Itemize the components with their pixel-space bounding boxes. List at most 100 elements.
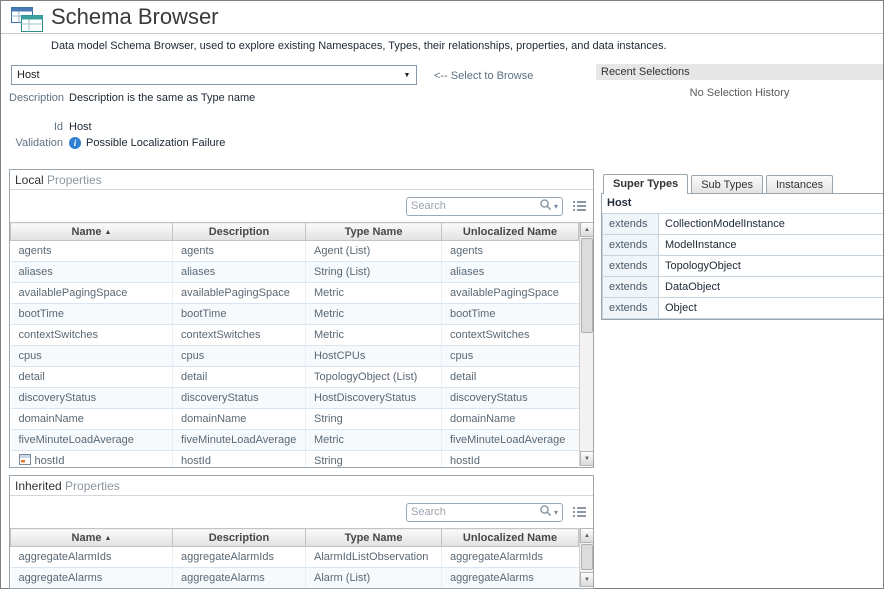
scroll-up-icon[interactable]: ▲ (580, 222, 594, 237)
panel-title-strong: Local (15, 173, 44, 187)
description-row: Description Description is the same as T… (9, 92, 255, 104)
column-label: Unlocalized Name (463, 226, 557, 238)
select-to-browse-hint: <-- Select to Browse (434, 70, 533, 82)
chevron-down-icon[interactable]: ▼ (398, 66, 416, 84)
table-customizer-icon[interactable] (573, 506, 586, 521)
recent-selections-empty-text: No Selection History (596, 80, 883, 99)
cell-name: aggregateAlarmIds (11, 547, 173, 568)
table-header-row: Name▲ Description Type Name Unlocalized … (11, 529, 579, 547)
table-row[interactable]: extends DataObject (603, 277, 884, 298)
scroll-up-icon[interactable]: ▲ (580, 528, 594, 543)
cell-description: agents (173, 241, 306, 262)
cell-type-name: HostDiscoveryStatus (306, 388, 442, 409)
column-header-description[interactable]: Description (173, 223, 306, 241)
table-row[interactable]: bootTime bootTime Metric bootTime (11, 304, 579, 325)
inherited-properties-title: Inherited Properties (10, 476, 593, 496)
cell-type-name: Metric (306, 325, 442, 346)
cell-description: aggregateAlarms (173, 568, 306, 589)
validation-label: Validation (9, 137, 63, 149)
scrollbar-thumb[interactable] (581, 238, 593, 333)
tab-super-types[interactable]: Super Types (603, 174, 688, 194)
cell-description: detail (173, 367, 306, 388)
cell-type-name: AlarmIdListObservation (306, 547, 442, 568)
column-label: Description (209, 226, 270, 238)
cell-description: domainName (173, 409, 306, 430)
scroll-down-icon[interactable]: ▼ (580, 451, 594, 466)
vertical-scrollbar[interactable]: ▲ ▼ (579, 222, 594, 466)
column-header-description[interactable]: Description (173, 529, 306, 547)
id-property-icon (19, 454, 31, 468)
sort-ascending-icon: ▲ (105, 229, 112, 236)
type-selector[interactable]: Host ▼ (11, 65, 417, 85)
column-header-type-name[interactable]: Type Name (306, 223, 442, 241)
cell-name: aggregateAlarms (11, 568, 173, 589)
column-header-type-name[interactable]: Type Name (306, 529, 442, 547)
table-row[interactable]: detail detail TopologyObject (List) deta… (11, 367, 579, 388)
scrollbar-thumb[interactable] (581, 544, 593, 570)
panel-title-muted: Properties (65, 479, 120, 493)
table-row[interactable]: extends Object (603, 298, 884, 319)
column-label: Type Name (345, 226, 403, 238)
cell-unlocalized-name: hostId (442, 451, 579, 469)
cell-name: domainName (11, 409, 173, 430)
table-row[interactable]: extends TopologyObject (603, 256, 884, 277)
page-subtitle: Data model Schema Browser, used to explo… (51, 40, 667, 52)
sort-ascending-icon: ▲ (105, 535, 112, 542)
search-options-caret-icon[interactable]: ▾ (554, 202, 558, 211)
cell-unlocalized-name: agents (442, 241, 579, 262)
table-row[interactable]: aggregateAlarms aggregateAlarms Alarm (L… (11, 568, 579, 589)
description-label: Description (9, 92, 63, 104)
column-label: Unlocalized Name (463, 532, 557, 544)
search-input[interactable] (411, 506, 539, 518)
column-header-unlocalized-name[interactable]: Unlocalized Name (442, 223, 579, 241)
cell-unlocalized-name: aggregateAlarmIds (442, 547, 579, 568)
table-row[interactable]: hostId hostId String hostId (11, 451, 579, 469)
table-row[interactable]: domainName domainName String domainName (11, 409, 579, 430)
inherited-properties-panel: Inherited Properties ▾ Name▲ Description… (9, 475, 594, 589)
recent-selections-panel: Recent Selections No Selection History (596, 64, 883, 99)
table-row[interactable]: availablePagingSpace availablePagingSpac… (11, 283, 579, 304)
search-icon[interactable] (539, 504, 552, 520)
recent-selections-header: Recent Selections (596, 64, 883, 80)
cell-name: bootTime (11, 304, 173, 325)
cell-unlocalized-name: domainName (442, 409, 579, 430)
cell-unlocalized-name: aggregateAlarms (442, 568, 579, 589)
cell-type-name: TopologyObject (List) (306, 367, 442, 388)
local-properties-panel: Local Properties ▾ Name▲ Description Typ… (9, 169, 594, 468)
scroll-down-icon[interactable]: ▼ (580, 572, 594, 587)
cell-type-name: Alarm (List) (306, 568, 442, 589)
search-box[interactable]: ▾ (406, 197, 563, 216)
cell-type-name: Agent (List) (306, 241, 442, 262)
panel-title-muted: Properties (47, 173, 102, 187)
column-header-unlocalized-name[interactable]: Unlocalized Name (442, 529, 579, 547)
table-customizer-icon[interactable] (573, 200, 586, 215)
column-header-name[interactable]: Name▲ (11, 529, 173, 547)
cell-super-type: TopologyObject (659, 256, 884, 277)
table-row[interactable]: aggregateAlarmIds aggregateAlarmIds Alar… (11, 547, 579, 568)
tab-sub-types[interactable]: Sub Types (691, 175, 763, 193)
vertical-scrollbar[interactable]: ▲ ▼ (579, 528, 594, 587)
cell-unlocalized-name: detail (442, 367, 579, 388)
cell-description: aliases (173, 262, 306, 283)
inherited-properties-toolbar: ▾ (10, 496, 593, 528)
cell-type-name: String (List) (306, 262, 442, 283)
table-row[interactable]: aliases aliases String (List) aliases (11, 262, 579, 283)
search-options-caret-icon[interactable]: ▾ (554, 508, 558, 517)
search-icon[interactable] (539, 198, 552, 214)
table-row[interactable]: extends ModelInstance (603, 235, 884, 256)
table-row[interactable]: fiveMinuteLoadAverage fiveMinuteLoadAver… (11, 430, 579, 451)
search-input[interactable] (411, 200, 539, 212)
search-box[interactable]: ▾ (406, 503, 563, 522)
cell-super-type: CollectionModelInstance (659, 214, 884, 235)
table-row[interactable]: discoveryStatus discoveryStatus HostDisc… (11, 388, 579, 409)
column-header-name[interactable]: Name▲ (11, 223, 173, 241)
table-row[interactable]: cpus cpus HostCPUs cpus (11, 346, 579, 367)
tab-instances[interactable]: Instances (766, 175, 833, 193)
cell-name: hostId (11, 451, 173, 469)
cell-name: detail (11, 367, 173, 388)
table-row[interactable]: extends CollectionModelInstance (603, 214, 884, 235)
cell-super-type: Object (659, 298, 884, 319)
inherited-properties-table-area: Name▲ Description Type Name Unlocalized … (10, 528, 593, 587)
table-row[interactable]: agents agents Agent (List) agents (11, 241, 579, 262)
table-row[interactable]: contextSwitches contextSwitches Metric c… (11, 325, 579, 346)
